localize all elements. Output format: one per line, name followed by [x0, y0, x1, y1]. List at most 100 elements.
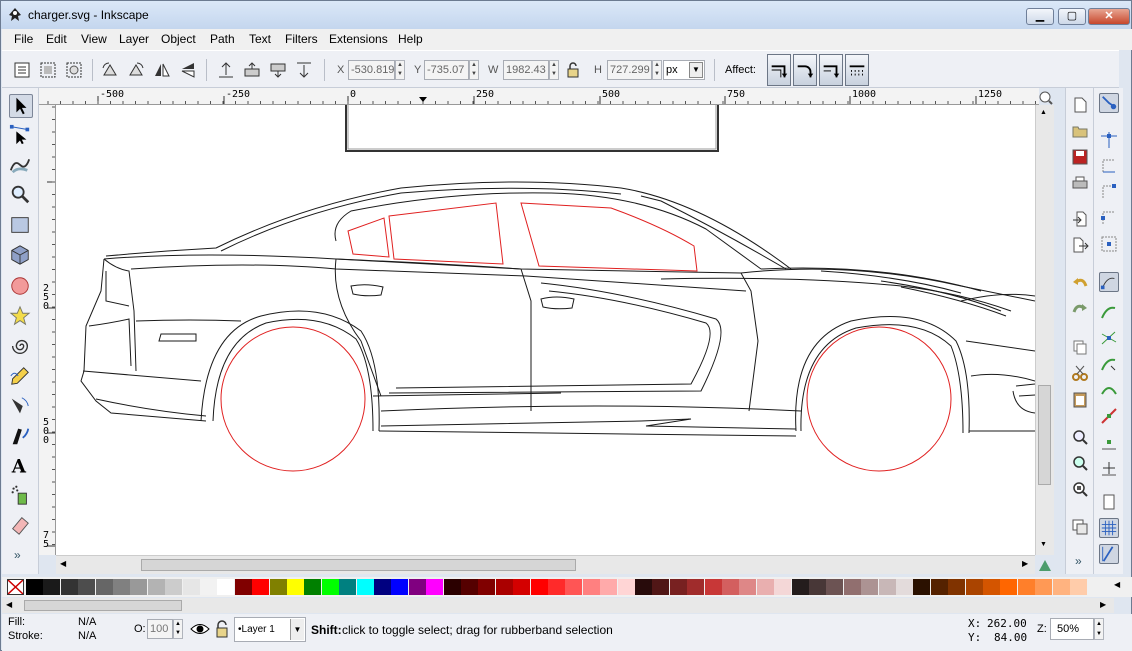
color-swatch[interactable]: [722, 579, 739, 595]
color-swatch[interactable]: [113, 579, 130, 595]
unit-select[interactable]: px ▼: [663, 60, 705, 80]
save-icon[interactable]: [1071, 148, 1089, 166]
color-swatch[interactable]: [826, 579, 844, 595]
opacity-spinner[interactable]: ▲ ▼: [173, 619, 183, 639]
print-icon[interactable]: [1071, 174, 1089, 192]
color-swatch[interactable]: [321, 579, 339, 595]
color-swatch[interactable]: [304, 579, 322, 595]
maximize-button[interactable]: ▢: [1058, 8, 1086, 25]
color-manage-corner[interactable]: [1037, 557, 1053, 573]
menu-file[interactable]: File: [14, 32, 33, 46]
color-swatch[interactable]: [704, 579, 722, 595]
menu-view[interactable]: View: [81, 32, 107, 46]
color-swatch[interactable]: [617, 579, 635, 595]
color-swatch[interactable]: [756, 579, 774, 595]
x-field[interactable]: -530.819: [348, 60, 395, 80]
menu-edit[interactable]: Edit: [46, 32, 67, 46]
no-paint-swatch[interactable]: [7, 579, 24, 595]
menu-object[interactable]: Object: [161, 32, 196, 46]
snap-midpoint-icon[interactable]: [1099, 406, 1119, 426]
y-spinner[interactable]: ▲ ▼: [469, 60, 479, 80]
transform-gradients-toggle[interactable]: [819, 54, 843, 86]
fill-value[interactable]: N/A: [78, 616, 96, 628]
drawing-canvas[interactable]: [56, 105, 1035, 555]
color-swatch[interactable]: [95, 579, 113, 595]
snap-bbox-center-icon[interactable]: [1099, 234, 1119, 254]
color-swatch[interactable]: [669, 579, 687, 595]
color-swatch[interactable]: [983, 579, 1000, 595]
canvas-vertical-scrollbar[interactable]: ▲ ▼: [1035, 105, 1054, 555]
snap-nodes-toggle[interactable]: [1099, 272, 1119, 292]
color-swatch[interactable]: [635, 579, 652, 595]
open-folder-icon[interactable]: [1071, 122, 1089, 140]
paste-icon[interactable]: [1071, 390, 1089, 408]
calligraphy-tool[interactable]: [9, 425, 33, 449]
color-swatch[interactable]: [861, 579, 879, 595]
color-swatch[interactable]: [60, 579, 78, 595]
flip-horizontal-icon[interactable]: [152, 60, 172, 80]
zoom-field[interactable]: 50%: [1050, 618, 1094, 640]
color-swatch[interactable]: [443, 579, 461, 595]
color-swatch[interactable]: [965, 579, 983, 595]
color-swatch[interactable]: [461, 579, 478, 595]
undo-icon[interactable]: [1071, 274, 1089, 292]
scroll-left-icon[interactable]: ◀: [60, 559, 66, 568]
pencil-tool[interactable]: [9, 365, 33, 389]
toolbox-overflow-icon[interactable]: »: [14, 548, 21, 562]
menu-layer[interactable]: Layer: [119, 32, 149, 46]
deselect-icon[interactable]: [64, 60, 84, 80]
raise-to-top-icon[interactable]: [216, 60, 236, 80]
eraser-tool[interactable]: [9, 514, 33, 538]
unlock-icon[interactable]: [214, 619, 230, 639]
color-swatch[interactable]: [565, 579, 583, 595]
snap-page-border-icon[interactable]: [1099, 492, 1119, 512]
lock-ratio-icon[interactable]: [563, 60, 583, 80]
selector-tool[interactable]: [9, 94, 33, 118]
color-swatch[interactable]: [791, 579, 809, 595]
rectangle-tool[interactable]: [9, 214, 33, 238]
color-swatch[interactable]: [1070, 579, 1087, 595]
scale-corners-toggle[interactable]: [793, 54, 817, 86]
color-swatch[interactable]: [356, 579, 374, 595]
menu-help[interactable]: Help: [398, 32, 423, 46]
color-swatch[interactable]: [1017, 579, 1035, 595]
color-swatch[interactable]: [391, 579, 409, 595]
scroll-down-icon[interactable]: ▼: [1040, 541, 1047, 548]
color-swatch[interactable]: [78, 579, 96, 595]
node-tool[interactable]: [9, 124, 33, 148]
redo-icon[interactable]: [1071, 300, 1089, 318]
color-swatch[interactable]: [26, 579, 43, 595]
eye-icon[interactable]: [190, 620, 210, 638]
snap-grids-toggle[interactable]: [1099, 518, 1119, 538]
palette-menu-icon[interactable]: ◀: [1114, 580, 1120, 589]
palette-scroll-thumb[interactable]: [24, 600, 182, 611]
menu-path[interactable]: Path: [210, 32, 235, 46]
select-all-icon[interactable]: [12, 60, 32, 80]
new-document-icon[interactable]: [1071, 96, 1089, 114]
close-button[interactable]: ✕: [1088, 8, 1130, 25]
color-swatch[interactable]: [878, 579, 896, 595]
lower-to-bottom-icon[interactable]: [294, 60, 314, 80]
color-swatch[interactable]: [1000, 579, 1018, 595]
transform-patterns-toggle[interactable]: [845, 54, 869, 86]
pen-tool[interactable]: [9, 395, 33, 419]
zoom-page-icon[interactable]: [1071, 480, 1089, 498]
vertical-scroll-thumb[interactable]: [1038, 385, 1051, 485]
scale-stroke-toggle[interactable]: [767, 54, 791, 86]
color-swatch[interactable]: [217, 579, 235, 595]
color-swatch[interactable]: [478, 579, 496, 595]
w-spinner[interactable]: ▲ ▼: [549, 60, 559, 80]
y-field[interactable]: -735.07: [424, 60, 469, 80]
color-swatch[interactable]: [896, 579, 913, 595]
commands-overflow-icon[interactable]: »: [1075, 554, 1082, 568]
color-swatch[interactable]: [130, 579, 148, 595]
horizontal-scroll-thumb[interactable]: [141, 559, 576, 571]
color-swatch[interactable]: [252, 579, 270, 595]
color-swatch[interactable]: [269, 579, 287, 595]
stroke-value[interactable]: N/A: [78, 630, 96, 642]
color-swatch[interactable]: [495, 579, 513, 595]
color-swatch[interactable]: [582, 579, 600, 595]
snap-cusp-icon[interactable]: [1099, 354, 1119, 374]
color-swatch[interactable]: [548, 579, 565, 595]
color-swatch[interactable]: [1052, 579, 1070, 595]
